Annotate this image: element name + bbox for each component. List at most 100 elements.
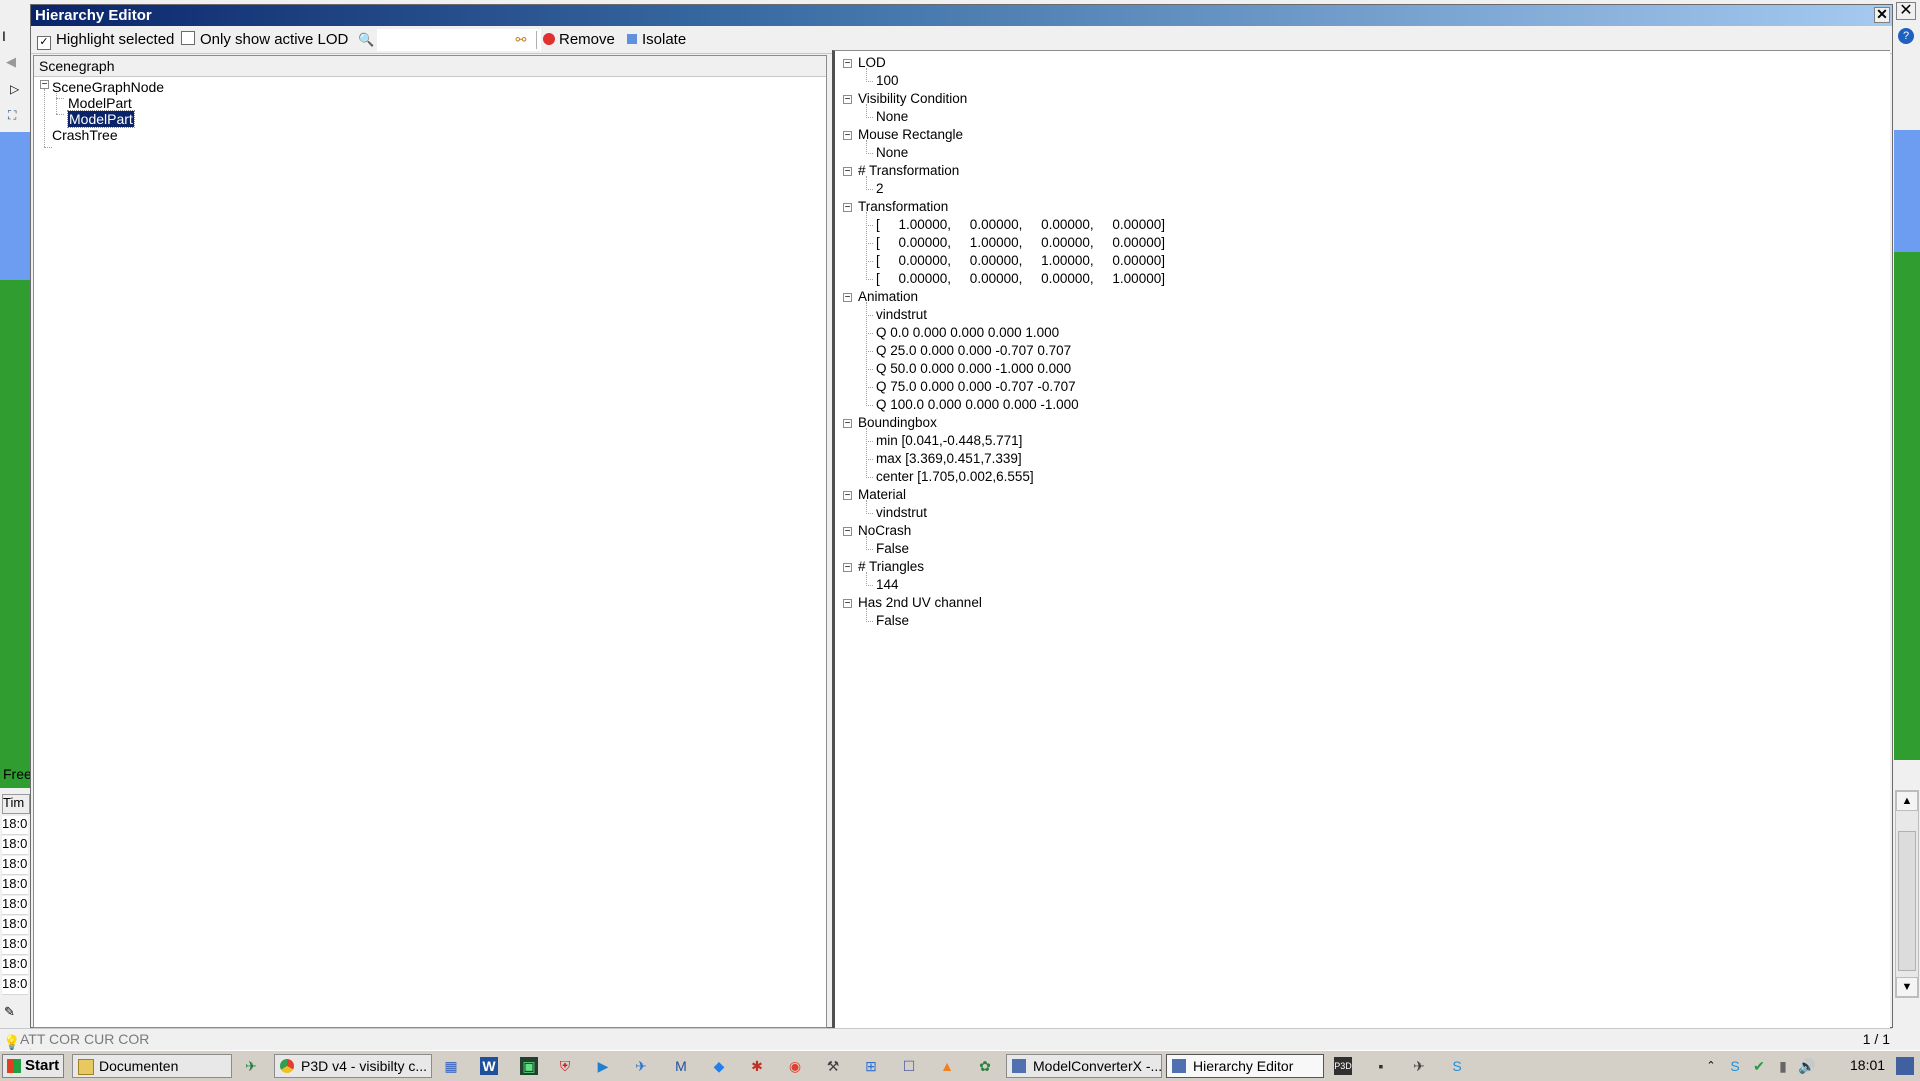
shield-icon[interactable]: ⛨: [556, 1057, 574, 1075]
app-icon[interactable]: ▪: [1372, 1057, 1390, 1075]
checkbox-icon[interactable]: ✓: [37, 36, 51, 50]
collapse-icon[interactable]: −: [40, 80, 49, 90]
collapse-icon[interactable]: −: [843, 527, 852, 537]
modelconverter-icon: [1012, 1059, 1026, 1073]
tool-icon[interactable]: ⚒: [824, 1057, 842, 1075]
property-value[interactable]: center [1.705,0.002,6.555]: [876, 468, 1034, 486]
property-value[interactable]: [ 1.00000, 0.00000, 0.00000, 0.00000]: [876, 216, 1165, 234]
play-icon[interactable]: ▶: [594, 1057, 612, 1075]
property-value[interactable]: [ 0.00000, 0.00000, 1.00000, 0.00000]: [876, 252, 1165, 270]
checkbox-icon[interactable]: [181, 31, 195, 45]
collapse-icon[interactable]: −: [843, 563, 852, 573]
update-icon[interactable]: ✔: [1750, 1057, 1768, 1075]
clock[interactable]: 18:01: [1850, 1057, 1885, 1073]
property-value[interactable]: None: [876, 108, 908, 126]
chat-icon[interactable]: ☐: [900, 1057, 918, 1075]
property-value[interactable]: Q 50.0 0.000 0.000 -1.000 0.000: [876, 360, 1071, 378]
collapse-icon[interactable]: −: [843, 131, 852, 141]
fit-view-icon[interactable]: ⛶: [8, 108, 16, 123]
property-value[interactable]: Q 75.0 0.000 0.000 -0.707 -0.707: [876, 378, 1076, 396]
property-name[interactable]: # Transformation: [858, 162, 959, 180]
show-desktop-icon[interactable]: [1896, 1057, 1914, 1075]
help-icon[interactable]: ?: [1898, 28, 1914, 44]
app-icon[interactable]: ▣: [520, 1057, 538, 1075]
collapse-icon[interactable]: −: [843, 599, 852, 609]
collapse-icon[interactable]: −: [843, 203, 852, 213]
property-value[interactable]: Q 100.0 0.000 0.000 0.000 -1.000: [876, 396, 1079, 414]
property-name[interactable]: Mouse Rectangle: [858, 126, 963, 144]
volume-icon[interactable]: 🔊: [1798, 1057, 1816, 1075]
property-value[interactable]: min [0.041,-0.448,5.771]: [876, 432, 1022, 450]
malwarebytes-icon[interactable]: M: [672, 1057, 690, 1075]
property-name[interactable]: Boundingbox: [858, 414, 937, 432]
collapse-icon[interactable]: −: [843, 491, 852, 501]
property-value[interactable]: Q 25.0 0.000 0.000 -0.707 0.707: [876, 342, 1071, 360]
background-scrollbar[interactable]: ▲ ▼: [1895, 790, 1919, 998]
only-active-lod-checkbox[interactable]: Only show active LOD: [181, 31, 348, 49]
status-light-icon: 💡: [3, 1034, 21, 1050]
vlc-icon[interactable]: ▲: [938, 1057, 956, 1075]
app-icon[interactable]: ✈: [1410, 1057, 1428, 1075]
app-close-button[interactable]: ✕: [1896, 2, 1916, 20]
tree-node-crashtree[interactable]: CrashTree: [52, 126, 118, 144]
scroll-up-icon[interactable]: ▲: [1896, 791, 1918, 811]
title-bar[interactable]: Hierarchy Editor ✕: [31, 5, 1892, 26]
collapse-icon[interactable]: −: [843, 59, 852, 69]
property-value[interactable]: 144: [876, 576, 899, 594]
property-value[interactable]: 100: [876, 72, 899, 90]
property-name[interactable]: Visibility Condition: [858, 90, 967, 108]
property-value[interactable]: vindstrut: [876, 504, 927, 522]
property-value[interactable]: max [3.369,0.451,7.339]: [876, 450, 1022, 468]
property-value[interactable]: [ 0.00000, 0.00000, 0.00000, 1.00000]: [876, 270, 1165, 288]
link-icon[interactable]: ⚯: [513, 32, 529, 48]
skype-icon[interactable]: S: [1726, 1057, 1744, 1075]
network-icon[interactable]: ▮: [1774, 1057, 1792, 1075]
collapse-icon[interactable]: −: [843, 167, 852, 177]
word-icon[interactable]: W: [480, 1057, 498, 1075]
chevron-up-icon[interactable]: ⌃: [1702, 1057, 1720, 1075]
property-name[interactable]: # Triangles: [858, 558, 924, 576]
collapse-icon[interactable]: −: [843, 95, 852, 105]
isolate-icon: [627, 34, 637, 44]
app-icon[interactable]: ⊞: [862, 1057, 880, 1075]
collapse-icon[interactable]: −: [843, 293, 852, 303]
back-arrow-icon[interactable]: ◀: [6, 54, 16, 70]
search-icon[interactable]: 🔍: [358, 32, 374, 48]
only-active-lod-label: Only show active LOD: [200, 31, 349, 48]
highlight-selected-checkbox[interactable]: ✓ Highlight selected: [37, 31, 174, 50]
skype-icon[interactable]: S: [1448, 1057, 1466, 1075]
property-name[interactable]: LOD: [858, 54, 886, 72]
collapse-icon[interactable]: −: [843, 419, 852, 429]
app-icon[interactable]: ✿: [976, 1057, 994, 1075]
remove-button[interactable]: Remove: [543, 31, 615, 49]
property-value[interactable]: False: [876, 612, 909, 630]
start-button[interactable]: Start: [2, 1054, 64, 1078]
property-name[interactable]: Transformation: [858, 198, 948, 216]
property-value[interactable]: None: [876, 144, 908, 162]
property-value[interactable]: [ 0.00000, 1.00000, 0.00000, 0.00000]: [876, 234, 1165, 252]
plane-icon[interactable]: ✈: [632, 1057, 650, 1075]
property-value[interactable]: Q 0.0 0.000 0.000 0.000 1.000: [876, 324, 1059, 342]
property-value[interactable]: 2: [876, 180, 884, 198]
taskbar-button-documenten[interactable]: Documenten: [72, 1054, 232, 1078]
taskbar-button-hierarchy-editor[interactable]: Hierarchy Editor: [1166, 1054, 1324, 1078]
property-name[interactable]: Animation: [858, 288, 918, 306]
gear-icon[interactable]: ✱: [748, 1057, 766, 1075]
edit-icon[interactable]: ✎: [4, 1004, 15, 1020]
taskbar-button-chrome[interactable]: P3D v4 - visibilty c...: [274, 1054, 432, 1078]
isolate-button[interactable]: Isolate: [627, 31, 686, 49]
background-time-cell: 18:0: [2, 876, 28, 895]
property-name[interactable]: Has 2nd UV channel: [858, 594, 982, 612]
scrollbar-thumb[interactable]: [1898, 831, 1916, 971]
plane-icon[interactable]: ✈: [242, 1057, 260, 1075]
play-icon[interactable]: ▷: [10, 82, 19, 96]
taskbar-button-modelconverterx[interactable]: ModelConverterX -...: [1006, 1054, 1162, 1078]
app-icon[interactable]: ◉: [786, 1057, 804, 1075]
property-value[interactable]: False: [876, 540, 909, 558]
property-value[interactable]: vindstrut: [876, 306, 927, 324]
p3d-icon[interactable]: P3D: [1334, 1057, 1352, 1075]
app-icon[interactable]: ▦: [442, 1057, 460, 1075]
close-button[interactable]: ✕: [1874, 7, 1890, 23]
dropbox-icon[interactable]: ◆: [710, 1057, 728, 1075]
scroll-down-icon[interactable]: ▼: [1896, 977, 1918, 997]
